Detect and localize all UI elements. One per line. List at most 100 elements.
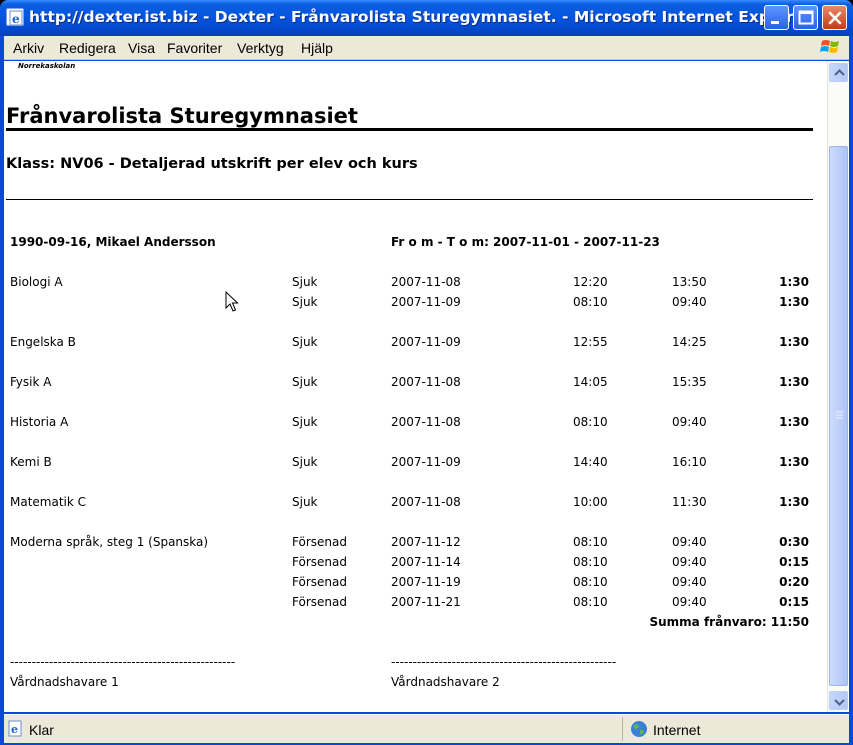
total-absence: Summa frånvaro: 11:50 (649, 615, 809, 629)
absence-type: Sjuk (292, 375, 318, 389)
window-title: http://dexter.ist.biz - Dexter - Frånvar… (29, 8, 812, 26)
absence-to-time: 09:40 (672, 595, 707, 609)
absence-date: 2007-11-08 (391, 495, 461, 509)
absence-type: Försenad (292, 595, 347, 609)
absence-from-time: 08:10 (573, 555, 608, 569)
scroll-up-button[interactable] (829, 63, 848, 82)
menu-redigera[interactable]: Redigera (59, 40, 116, 56)
absence-duration: 1:30 (779, 495, 809, 509)
close-button[interactable] (822, 5, 847, 30)
absence-from-time: 10:00 (573, 495, 608, 509)
menu-arkiv[interactable]: Arkiv (13, 40, 44, 56)
course-name: Moderna språk, steg 1 (Spanska) (10, 535, 209, 549)
absence-from-time: 08:10 (573, 415, 608, 429)
menu-verktyg[interactable]: Verktyg (237, 40, 284, 56)
svg-text:e: e (11, 723, 18, 736)
school-logo-text: Norrekaskolan (18, 62, 76, 70)
menu-bar: Arkiv Redigera Visa Favoriter Verktyg Hj… (4, 36, 849, 60)
absence-from-time: 08:10 (573, 295, 608, 309)
scroll-down-button[interactable] (829, 691, 848, 710)
absence-from-time: 12:20 (573, 275, 608, 289)
minimize-button[interactable] (764, 5, 789, 30)
absence-from-time: 12:55 (573, 335, 608, 349)
status-text: Klar (29, 722, 54, 738)
course-name: Biologi A (10, 275, 63, 289)
signature-line-2: ----------------------------------------… (391, 655, 617, 669)
internet-zone-icon (630, 720, 648, 742)
absence-to-time: 13:50 (672, 275, 707, 289)
absence-duration: 0:15 (779, 555, 809, 569)
status-divider (622, 717, 623, 741)
page-title: Frånvarolista Sturegymnasiet (6, 104, 358, 128)
course-name: Kemi B (10, 455, 52, 469)
absence-type: Försenad (292, 575, 347, 589)
menu-visa[interactable]: Visa (128, 40, 155, 56)
class-subtitle: Klass: NV06 - Detaljerad utskrift per el… (6, 156, 418, 172)
absence-to-time: 09:40 (672, 415, 707, 429)
absence-type: Sjuk (292, 455, 318, 469)
absence-to-time: 15:35 (672, 375, 707, 389)
absence-from-time: 14:40 (573, 455, 608, 469)
absence-duration: 1:30 (779, 335, 809, 349)
absence-from-time: 08:10 (573, 595, 608, 609)
absence-date: 2007-11-09 (391, 335, 461, 349)
absence-type: Sjuk (292, 275, 318, 289)
absence-to-time: 09:40 (672, 555, 707, 569)
absence-type: Försenad (292, 535, 347, 549)
subtitle-divider (6, 199, 813, 200)
absence-duration: 1:30 (779, 375, 809, 389)
absence-from-time: 14:05 (573, 375, 608, 389)
course-name: Fysik A (10, 375, 52, 389)
guardian-1-label: Vårdnadshavare 1 (10, 675, 119, 689)
mouse-cursor-icon (225, 290, 239, 317)
absence-duration: 1:30 (779, 295, 809, 309)
svg-text:e: e (12, 12, 20, 26)
page-done-icon: e (7, 720, 25, 742)
absence-date: 2007-11-08 (391, 375, 461, 389)
absence-to-time: 09:40 (672, 535, 707, 549)
absence-date: 2007-11-12 (391, 535, 461, 549)
absence-type: Försenad (292, 555, 347, 569)
absence-date: 2007-11-09 (391, 455, 461, 469)
title-divider (6, 128, 813, 131)
security-zone-label: Internet (653, 722, 701, 738)
absence-duration: 0:30 (779, 535, 809, 549)
absence-type: Sjuk (292, 495, 318, 509)
windows-logo-icon (819, 36, 843, 58)
absence-from-time: 08:10 (573, 535, 608, 549)
absence-from-time: 08:10 (573, 575, 608, 589)
absence-type: Sjuk (292, 335, 318, 349)
absence-date: 2007-11-08 (391, 415, 461, 429)
vertical-scrollbar[interactable] (827, 61, 849, 712)
status-bar: e Klar Internet (4, 714, 849, 743)
absence-date: 2007-11-08 (391, 275, 461, 289)
course-name: Engelska B (10, 335, 76, 349)
ie-page-icon: e (6, 8, 24, 26)
course-name: Historia A (10, 415, 69, 429)
date-range: Fr o m - T o m: 2007-11-01 - 2007-11-23 (391, 235, 660, 249)
absence-to-time: 14:25 (672, 335, 707, 349)
absence-duration: 1:30 (779, 455, 809, 469)
absence-date: 2007-11-19 (391, 575, 461, 589)
course-name: Matematik C (10, 495, 87, 509)
title-bar[interactable]: e http://dexter.ist.biz - Dexter - Frånv… (0, 0, 853, 36)
scroll-thumb[interactable] (829, 146, 848, 686)
browser-window: e http://dexter.ist.biz - Dexter - Frånv… (0, 0, 853, 745)
absence-to-time: 09:40 (672, 295, 707, 309)
absence-to-time: 11:30 (672, 495, 707, 509)
maximize-button[interactable] (793, 5, 818, 30)
menu-favoriter[interactable]: Favoriter (167, 40, 222, 56)
absence-date: 2007-11-21 (391, 595, 461, 609)
guardian-2-label: Vårdnadshavare 2 (391, 675, 500, 689)
menu-hjalp[interactable]: Hjälp (301, 40, 333, 56)
absence-date: 2007-11-09 (391, 295, 461, 309)
absence-to-time: 16:10 (672, 455, 707, 469)
absence-type: Sjuk (292, 415, 318, 429)
absence-date: 2007-11-14 (391, 555, 461, 569)
absence-type: Sjuk (292, 295, 318, 309)
absence-duration: 0:20 (779, 575, 809, 589)
signature-line-1: ----------------------------------------… (10, 655, 236, 669)
student-name: 1990-09-16, Mikael Andersson (10, 235, 216, 249)
absence-to-time: 09:40 (672, 575, 707, 589)
page-content: Norrekaskolan Frånvarolista Sturegymnasi… (4, 61, 827, 712)
